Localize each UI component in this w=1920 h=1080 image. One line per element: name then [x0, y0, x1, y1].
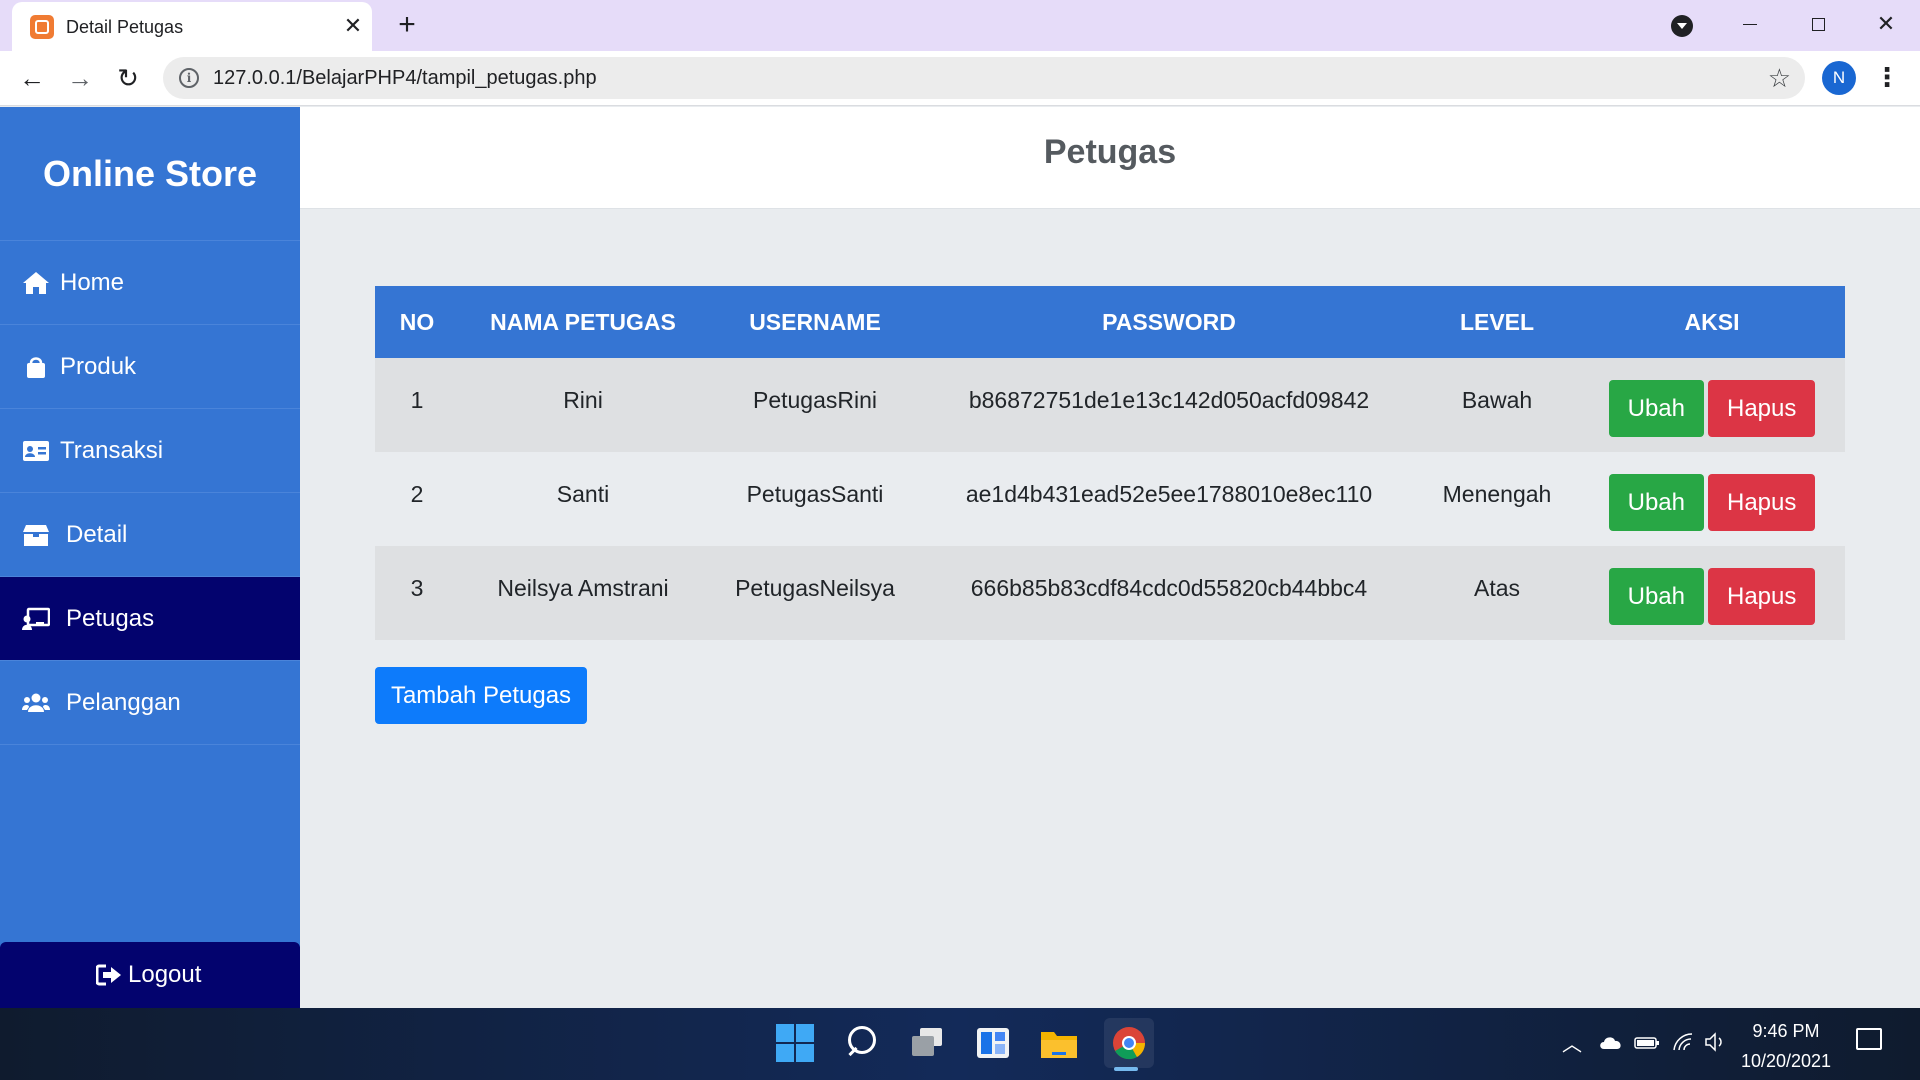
logout-label: Logout [128, 961, 202, 988]
sidebar-item-label: Petugas [66, 605, 155, 632]
header-level: LEVEL [1459, 308, 1535, 335]
header-no: NO [399, 308, 435, 335]
header-aksi: AKSI [1684, 308, 1740, 335]
close-window-button[interactable]: ✕ [1864, 6, 1908, 42]
cell-username: PetugasRini [752, 387, 878, 413]
page-title: Petugas [1043, 133, 1177, 171]
id-card-icon [23, 441, 49, 461]
users-icon [22, 693, 50, 712]
hapus-button[interactable]: Hapus [1708, 568, 1816, 625]
cell-aksi: Ubah Hapus [1579, 358, 1845, 452]
clock-date: 10/20/2021 [1740, 1051, 1832, 1071]
sidebar-item-label: Pelanggan [66, 689, 181, 716]
cell-nama: Neilsya Amstrani [497, 575, 669, 601]
box-icon [23, 525, 49, 546]
sidebar-item-label: Produk [60, 353, 137, 380]
battery-icon[interactable] [1634, 1036, 1660, 1050]
shopping-bag-icon [27, 357, 45, 378]
reload-icon[interactable]: ↻ [110, 60, 146, 96]
cell-nama: Rini [563, 387, 603, 413]
windows-start-icon[interactable] [774, 1022, 816, 1064]
sidebar-item-pelanggan[interactable]: Pelanggan [0, 661, 300, 745]
taskbar [0, 1008, 1920, 1080]
clock-time: 9:46 PM [1752, 1021, 1820, 1041]
xampp-favicon-icon [30, 15, 54, 39]
browser-toolbar: ← → ↻ i 127.0.0.1/BelajarPHP4/tampil_pet… [0, 51, 1920, 106]
browser-titlebar: Detail Petugas ✕ + ✕ [0, 0, 1920, 51]
cell-username: PetugasSanti [746, 481, 884, 507]
logout-button[interactable]: Logout [0, 942, 300, 1008]
sign-out-icon [96, 964, 121, 986]
star-icon[interactable]: ☆ [1768, 63, 1791, 94]
cell-no: 1 [410, 387, 424, 413]
table-header-row: NO NAMA PETUGAS USERNAME PASSWORD LEVEL … [375, 286, 1845, 358]
sidebar-item-produk[interactable]: Produk [0, 325, 300, 409]
chalkboard-teacher-icon [22, 607, 50, 630]
table-row: 2 Santi PetugasSanti ae1d4b431ead52e5ee1… [375, 452, 1845, 546]
sidebar-item-label: Home [60, 269, 125, 296]
cell-username: PetugasNeilsya [735, 575, 895, 601]
cell-nama: Santi [556, 481, 610, 507]
cell-aksi: Ubah Hapus [1579, 452, 1845, 546]
chrome-icon[interactable] [1104, 1018, 1154, 1068]
tab-close-icon[interactable]: ✕ [338, 11, 368, 41]
table-row: 1 Rini PetugasRini b86872751de1e13c142d0… [375, 358, 1845, 452]
hapus-button[interactable]: Hapus [1708, 474, 1816, 531]
cell-level: Atas [1473, 575, 1521, 601]
widgets-icon[interactable] [972, 1022, 1014, 1064]
ubah-button[interactable]: Ubah [1608, 380, 1704, 437]
cell-password: b86872751de1e13c142d050acfd09842 [968, 387, 1370, 413]
sidebar-item-home[interactable]: Home [0, 241, 300, 325]
petugas-table: NO NAMA PETUGAS USERNAME PASSWORD LEVEL … [375, 286, 1845, 640]
hapus-button[interactable]: Hapus [1708, 380, 1816, 437]
sidebar-item-petugas[interactable]: Petugas [0, 577, 300, 661]
table-row: 3 Neilsya Amstrani PetugasNeilsya 666b85… [375, 546, 1845, 640]
search-icon[interactable] [842, 1022, 884, 1064]
tambah-petugas-button[interactable]: Tambah Petugas [375, 667, 587, 724]
cell-level: Bawah [1461, 387, 1533, 413]
tab-search-icon[interactable] [1671, 15, 1693, 37]
sidebar: Online Store Home Produk Transaksi Detai… [0, 107, 300, 1008]
page-header: Petugas [300, 107, 1920, 209]
info-icon[interactable]: i [179, 68, 199, 88]
header-nama-petugas: NAMA PETUGAS [490, 308, 676, 335]
header-username: USERNAME [749, 308, 881, 335]
cell-password: ae1d4b431ead52e5ee1788010e8ec110 [965, 481, 1373, 507]
header-password: PASSWORD [1102, 308, 1236, 335]
chevron-up-icon[interactable]: ︿ [1562, 1028, 1582, 1057]
back-arrow-icon[interactable]: ← [14, 60, 50, 96]
home-icon [23, 272, 49, 294]
wifi-icon[interactable] [1672, 1032, 1696, 1052]
file-explorer-icon[interactable] [1038, 1022, 1080, 1064]
minimize-button[interactable] [1727, 6, 1771, 42]
cell-level: Menengah [1442, 481, 1552, 507]
cell-no: 2 [410, 481, 424, 507]
restore-button[interactable] [1795, 6, 1839, 42]
brand-title: Online Store [0, 107, 300, 241]
task-view-icon[interactable] [906, 1022, 948, 1064]
taskbar-clock[interactable]: 9:46 PM 10/20/2021 [1716, 1016, 1856, 1076]
address-bar[interactable]: i 127.0.0.1/BelajarPHP4/tampil_petugas.p… [163, 57, 1805, 99]
browser-tab[interactable]: Detail Petugas ✕ [12, 2, 372, 51]
new-tab-button[interactable]: + [390, 9, 424, 43]
cell-aksi: Ubah Hapus [1579, 546, 1845, 640]
onedrive-cloud-icon[interactable] [1598, 1034, 1624, 1050]
cell-password: 666b85b83cdf84cdc0d55820cb44bbc4 [970, 575, 1368, 601]
ubah-button[interactable]: Ubah [1608, 474, 1704, 531]
ubah-button[interactable]: Ubah [1608, 568, 1704, 625]
sidebar-item-label: Transaksi [60, 437, 164, 464]
sidebar-item-detail[interactable]: Detail [0, 493, 300, 577]
tab-title: Detail Petugas [66, 17, 184, 37]
url-text[interactable]: 127.0.0.1/BelajarPHP4/tampil_petugas.php [213, 67, 597, 90]
menu-dots-icon[interactable]: ⋮ [1874, 61, 1900, 95]
profile-avatar[interactable]: N [1822, 61, 1856, 95]
sidebar-item-label: Detail [66, 521, 128, 548]
notification-icon[interactable] [1856, 1028, 1882, 1050]
cell-no: 3 [410, 575, 424, 601]
sidebar-item-transaksi[interactable]: Transaksi [0, 409, 300, 493]
active-app-indicator [1114, 1067, 1138, 1071]
forward-arrow-icon[interactable]: → [62, 60, 98, 96]
